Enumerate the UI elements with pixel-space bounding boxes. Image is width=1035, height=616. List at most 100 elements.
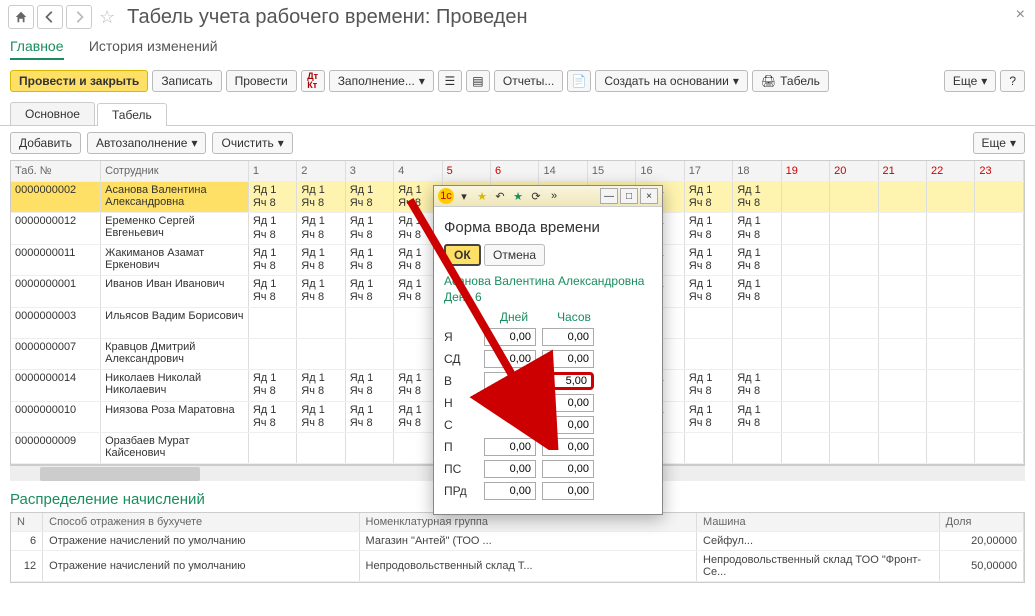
subtab-main[interactable]: Основное — [10, 102, 95, 125]
cell-day[interactable]: Яд 1Яч 8 — [684, 401, 732, 432]
cell-day[interactable] — [830, 307, 878, 338]
minimize-icon[interactable]: — — [600, 188, 618, 204]
cell-day[interactable] — [684, 433, 732, 464]
cell[interactable]: Непродовольственный склад Т... — [359, 551, 697, 582]
cell-day[interactable] — [248, 338, 296, 369]
close-dialog-icon[interactable]: × — [640, 188, 658, 204]
cell-day[interactable]: Яд 1Яч 8 — [345, 244, 393, 275]
more-button-2[interactable]: Еще ▾ — [973, 132, 1025, 154]
cell-day[interactable] — [830, 182, 878, 213]
home-button[interactable] — [8, 5, 34, 29]
cell-day[interactable] — [975, 370, 1024, 401]
days-input[interactable] — [484, 482, 536, 500]
cell-day[interactable] — [878, 307, 926, 338]
cell-employee[interactable]: Асанова Валентина Александровна — [101, 182, 249, 213]
cell-day[interactable] — [926, 244, 974, 275]
reports-button[interactable]: Отчеты... — [494, 70, 563, 92]
cell-employee[interactable]: Николаев Николай Николаевич — [101, 370, 249, 401]
cell-day[interactable]: Яд 1Яч 8 — [733, 276, 781, 307]
cell-day[interactable] — [345, 433, 393, 464]
favorite-star-icon[interactable]: ☆ — [99, 7, 115, 28]
cell-day[interactable] — [878, 338, 926, 369]
cell-day[interactable] — [878, 276, 926, 307]
column-header[interactable]: 1 — [248, 161, 296, 182]
cell-day[interactable] — [975, 433, 1024, 464]
toolbar-icon-1[interactable]: ☰ — [438, 70, 462, 92]
cell-day[interactable] — [297, 307, 345, 338]
column-header[interactable]: 19 — [781, 161, 829, 182]
cell-day[interactable]: Яд 1Яч 8 — [248, 244, 296, 275]
tab-main[interactable]: Главное — [10, 38, 64, 60]
more-button[interactable]: Еще ▾ — [944, 70, 996, 92]
cell-day[interactable] — [830, 276, 878, 307]
cell-day[interactable] — [781, 338, 829, 369]
toolbar-icon-2[interactable]: ▤ — [466, 70, 490, 92]
cell-day[interactable] — [926, 370, 974, 401]
column-header[interactable]: N — [11, 513, 43, 532]
post-and-close-button[interactable]: Провести и закрыть — [10, 70, 148, 92]
cell-day[interactable]: Яд 1Яч 8 — [733, 401, 781, 432]
column-header[interactable]: 16 — [636, 161, 684, 182]
cell-day[interactable]: Яд 1Яч 8 — [733, 213, 781, 244]
post-button[interactable]: Провести — [226, 70, 297, 92]
cell[interactable]: 6 — [11, 532, 43, 551]
cell-day[interactable]: Яд 1Яч 8 — [345, 370, 393, 401]
cell-day[interactable] — [830, 401, 878, 432]
cell-employee[interactable]: Иванов Иван Иванович — [101, 276, 249, 307]
cancel-button[interactable]: Отмена — [484, 244, 545, 266]
cell-day[interactable]: Яд 1Яч 8 — [297, 401, 345, 432]
cell-day[interactable] — [975, 307, 1024, 338]
column-header[interactable]: 3 — [345, 161, 393, 182]
cell[interactable]: Сейфул... — [697, 532, 940, 551]
cell[interactable]: Отражение начислений по умолчанию — [43, 532, 359, 551]
cell-day[interactable] — [781, 276, 829, 307]
column-header[interactable]: 2 — [297, 161, 345, 182]
cell-day[interactable]: Яд 1Яч 8 — [248, 213, 296, 244]
cell-day[interactable] — [345, 307, 393, 338]
cell-day[interactable] — [926, 276, 974, 307]
cell-day[interactable]: Яд 1Яч 8 — [248, 401, 296, 432]
days-input[interactable] — [484, 350, 536, 368]
cell-day[interactable]: Яд 1Яч 8 — [684, 276, 732, 307]
days-input[interactable] — [484, 328, 536, 346]
cell-day[interactable]: Яд 1Яч 8 — [345, 213, 393, 244]
dropdown-icon[interactable]: ▾ — [456, 188, 472, 204]
ok-button[interactable]: ОК — [444, 244, 481, 266]
cell-employee[interactable]: Еременко Сергей Евгеньевич — [101, 213, 249, 244]
column-header[interactable]: 5 — [442, 161, 490, 182]
subtab-tabel[interactable]: Табель — [97, 103, 167, 126]
hours-input[interactable] — [542, 372, 594, 390]
column-header[interactable]: 20 — [830, 161, 878, 182]
cell-day[interactable] — [878, 182, 926, 213]
column-header[interactable]: 6 — [491, 161, 539, 182]
hours-input[interactable] — [542, 438, 594, 456]
cell-tabno[interactable]: 0000000012 — [11, 213, 101, 244]
column-header[interactable]: Машина — [697, 513, 940, 532]
cell-employee[interactable]: Оразбаев Мурат Кайсенович — [101, 433, 249, 464]
forward-button[interactable] — [66, 5, 92, 29]
overflow-icon[interactable]: » — [546, 188, 562, 204]
cell-day[interactable] — [975, 401, 1024, 432]
days-input[interactable] — [484, 460, 536, 478]
column-header[interactable]: 15 — [587, 161, 635, 182]
star-icon[interactable]: ★ — [474, 188, 490, 204]
cell[interactable]: Отражение начислений по умолчанию — [43, 551, 359, 582]
cell-day[interactable] — [297, 433, 345, 464]
hours-input[interactable] — [542, 394, 594, 412]
write-button[interactable]: Записать — [152, 70, 221, 92]
cell-day[interactable]: Яд 1Яч 8 — [733, 370, 781, 401]
cell-day[interactable] — [733, 433, 781, 464]
cell-tabno[interactable]: 0000000007 — [11, 338, 101, 369]
column-header[interactable]: 18 — [733, 161, 781, 182]
hours-input[interactable] — [542, 350, 594, 368]
cell-employee[interactable]: Жакиманов Азамат Еркенович — [101, 244, 249, 275]
cell-day[interactable] — [975, 244, 1024, 275]
cell-day[interactable] — [781, 182, 829, 213]
cell-day[interactable] — [830, 433, 878, 464]
cell-day[interactable] — [926, 307, 974, 338]
cell-day[interactable] — [733, 307, 781, 338]
close-icon[interactable]: × — [1016, 6, 1025, 24]
cell-tabno[interactable]: 0000000009 — [11, 433, 101, 464]
cell-day[interactable] — [926, 401, 974, 432]
autofill-button[interactable]: Автозаполнение ▾ — [87, 132, 206, 154]
